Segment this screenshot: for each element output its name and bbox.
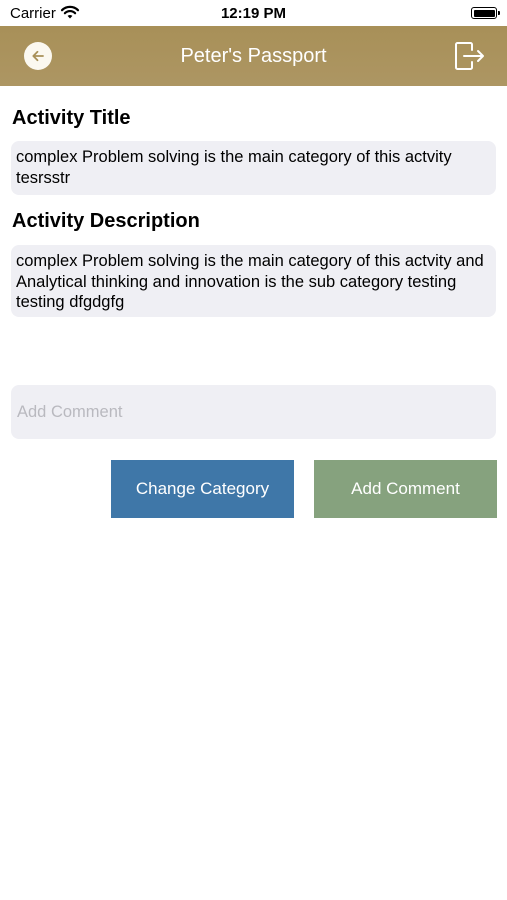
- page-title: Peter's Passport: [180, 45, 327, 67]
- add-comment-button[interactable]: Add Comment: [314, 460, 497, 518]
- logout-button[interactable]: [453, 40, 485, 72]
- logout-icon: [455, 42, 484, 70]
- battery-icon: [471, 7, 500, 19]
- navigation-header: Peter's Passport: [0, 26, 507, 86]
- status-bar: Carrier 12:19 PM: [0, 0, 507, 26]
- status-time: 12:19 PM: [220, 5, 287, 22]
- activity-description-value: complex Problem solving is the main cate…: [11, 245, 496, 317]
- activity-description-label: Activity Description: [12, 210, 200, 232]
- activity-title-label: Activity Title: [12, 107, 131, 129]
- comment-input[interactable]: [11, 385, 496, 439]
- activity-title-value: complex Problem solving is the main cate…: [11, 141, 496, 195]
- change-category-button[interactable]: Change Category: [111, 460, 294, 518]
